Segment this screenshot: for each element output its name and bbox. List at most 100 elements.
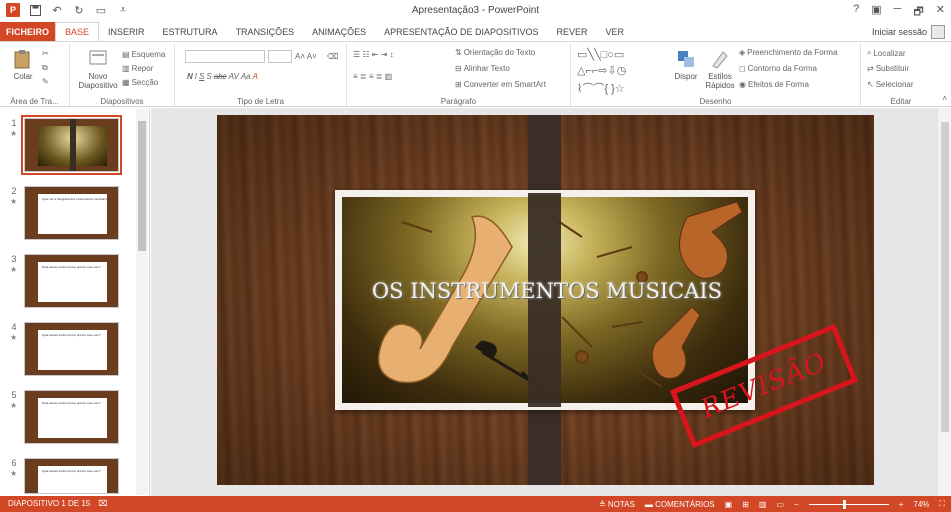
close-button[interactable]: ✕: [936, 3, 945, 22]
italic-button[interactable]: I: [195, 72, 197, 81]
reset-label: Repor: [131, 64, 154, 73]
shape-effects-button[interactable]: ◉ Efeitos de Forma: [739, 80, 809, 89]
avatar: [931, 25, 945, 39]
quick-styles-button[interactable]: Estilos Rápidos: [703, 48, 737, 90]
slide-number: 6: [11, 458, 17, 468]
shape-outline-label: Contorno da Forma: [747, 64, 818, 73]
tab-file[interactable]: FICHEIRO: [0, 22, 56, 42]
canvas-scrollbar[interactable]: [937, 108, 951, 496]
section-button[interactable]: ▦ Secção: [122, 78, 158, 87]
copy-icon[interactable]: ⧉: [42, 63, 48, 73]
comments-button[interactable]: ▬ COMENTÁRIOS: [645, 500, 715, 509]
font-size-combo[interactable]: [268, 50, 292, 63]
shape-fill-label: Preenchimento da Forma: [747, 48, 838, 57]
tab-animations[interactable]: ANIMAÇÕES: [303, 22, 375, 42]
help-button[interactable]: ?: [853, 3, 859, 22]
quick-styles-label-2: Rápidos: [705, 81, 735, 90]
find-button[interactable]: ⌕ Localizar: [867, 48, 906, 58]
shape-outline-button[interactable]: ◻ Contorno da Forma: [739, 64, 817, 73]
zoom-out-icon[interactable]: −: [794, 500, 799, 509]
underline-button[interactable]: S: [199, 72, 204, 81]
text-direction-icon: ⇅: [455, 48, 462, 57]
thumbnail-text: Quer ver a fotografia dos instrumentos m…: [42, 197, 108, 201]
notes-button[interactable]: ≙ NOTAS: [599, 500, 635, 509]
reset-icon: ▥: [122, 64, 130, 73]
ribbon-display-icon[interactable]: ▣: [871, 3, 881, 22]
shapes-gallery-row2[interactable]: △⌐⌐⇨⇩◷: [577, 64, 626, 77]
smartart-label: Converter em SmartArt: [463, 80, 546, 89]
paste-button[interactable]: Colar: [8, 48, 38, 81]
shape-fill-icon: ◈: [739, 48, 746, 57]
align-text-icon: ⊟: [455, 64, 462, 73]
tab-home[interactable]: BASE: [55, 22, 100, 42]
tab-slideshow[interactable]: APRESENTAÇÃO DE DIAPOSITIVOS: [375, 22, 547, 42]
list-icons[interactable]: ☰ ☷ ⇤ ⇥ ↕: [353, 50, 394, 59]
clipboard-group: Colar ✂ ⧉ ✎ Área de Tra...: [0, 44, 70, 106]
grow-shrink-font-icons[interactable]: A˄ A˅: [295, 52, 317, 61]
zoom-in-icon[interactable]: +: [899, 500, 904, 509]
section-label: Secção: [131, 78, 159, 87]
minimize-button[interactable]: ─: [894, 3, 902, 22]
scrollbar-thumb[interactable]: [941, 122, 949, 432]
zoom-slider-knob[interactable]: [842, 499, 846, 509]
thumbnail-image: Quer ver a fotografia dos instrumentos m…: [24, 186, 119, 240]
thumbnail-scrollbar[interactable]: [136, 109, 148, 495]
text-direction-label: Orientação do Texto: [463, 48, 536, 57]
collapse-ribbon-icon[interactable]: ˄: [942, 94, 947, 103]
tab-insert[interactable]: INSERIR: [99, 22, 154, 42]
current-slide[interactable]: OS INSTRUMENTOS MUSICAIS REVISÃO: [217, 115, 874, 485]
font-group-label: Tipo de Letra: [237, 97, 284, 106]
reading-view-icon[interactable]: ▥: [759, 500, 767, 509]
shapes-gallery-row3[interactable]: ⌇⌒⌒{ }☆: [577, 80, 625, 96]
fit-to-window-icon[interactable]: ⛶: [939, 499, 945, 509]
change-case-button[interactable]: Aa: [241, 72, 251, 81]
align-text-button[interactable]: ⊟ Alinhar Texto: [455, 64, 510, 73]
format-painter-icon[interactable]: ✎: [42, 77, 49, 86]
cut-icon[interactable]: ✂: [42, 49, 49, 58]
shape-effects-icon: ◉: [739, 80, 746, 89]
slideshow-view-icon[interactable]: ▭: [776, 500, 784, 509]
tab-review[interactable]: REVER: [547, 22, 596, 42]
zoom-level[interactable]: 74%: [913, 500, 929, 509]
thumbnail-band: [70, 119, 76, 171]
animation-star-icon: ★: [10, 469, 18, 478]
tab-design[interactable]: ESTRUTURA: [154, 22, 227, 42]
reset-button[interactable]: ▥ Repor: [122, 64, 153, 73]
arrange-button[interactable]: Dispor: [669, 48, 703, 81]
text-direction-button[interactable]: ⇅ Orientação do Texto: [455, 48, 535, 57]
slide-title[interactable]: OS INSTRUMENTOS MUSICAIS: [362, 279, 732, 303]
tab-transitions[interactable]: TRANSIÇÕES: [227, 22, 304, 42]
font-family-combo[interactable]: [185, 50, 265, 63]
shape-fill-button[interactable]: ◈ Preenchimento da Forma: [739, 48, 837, 57]
clear-format-icon[interactable]: ⌫: [327, 52, 338, 61]
shadow-button[interactable]: S: [206, 72, 211, 81]
spellcheck-icon[interactable]: ⌧: [98, 499, 107, 508]
strikethrough-button[interactable]: abc: [214, 72, 227, 81]
layout-button[interactable]: ▤ Esquema: [122, 50, 165, 59]
scrollbar-thumb[interactable]: [138, 121, 146, 251]
find-label: Localizar: [873, 48, 906, 58]
status-bar: DIAPOSITIVO 1 DE 15 ⌧ ≙ NOTAS ▬ COMENTÁR…: [0, 496, 951, 512]
smartart-button[interactable]: ⊞ Converter em SmartArt: [455, 80, 546, 89]
replace-button[interactable]: ⇄ Substituir: [867, 64, 909, 73]
font-color-icon[interactable]: A: [253, 72, 258, 81]
smartart-icon: ⊞: [455, 80, 462, 89]
zoom-slider[interactable]: [808, 499, 889, 509]
bold-button[interactable]: N: [187, 72, 193, 81]
comments-label: COMENTÁRIOS: [655, 499, 715, 509]
slide-counter: DIAPOSITIVO 1 DE 15: [8, 499, 91, 508]
slide-sorter-icon[interactable]: ⊞: [742, 500, 749, 509]
animation-star-icon: ★: [10, 333, 18, 342]
slide-number: 1: [11, 118, 17, 128]
align-icons[interactable]: ≡ ≣ ≡ ≣ ▥: [353, 72, 392, 81]
tab-view[interactable]: VER: [596, 22, 633, 42]
new-slide-button[interactable]: Novo Diapositivo: [78, 48, 118, 90]
sign-in[interactable]: Iniciar sessão: [872, 25, 945, 39]
char-spacing-icon[interactable]: AV: [229, 72, 239, 81]
select-button[interactable]: ↖ Selecionar: [867, 80, 914, 89]
normal-view-icon[interactable]: ▣: [725, 500, 733, 509]
restore-button[interactable]: 🗗: [913, 3, 923, 22]
shapes-gallery[interactable]: ▭╲╲□○▭: [577, 48, 624, 61]
drawing-group-label: Desenho: [699, 97, 732, 106]
thumbnail-image: Qual destes instrumentos produz este som…: [24, 458, 119, 494]
